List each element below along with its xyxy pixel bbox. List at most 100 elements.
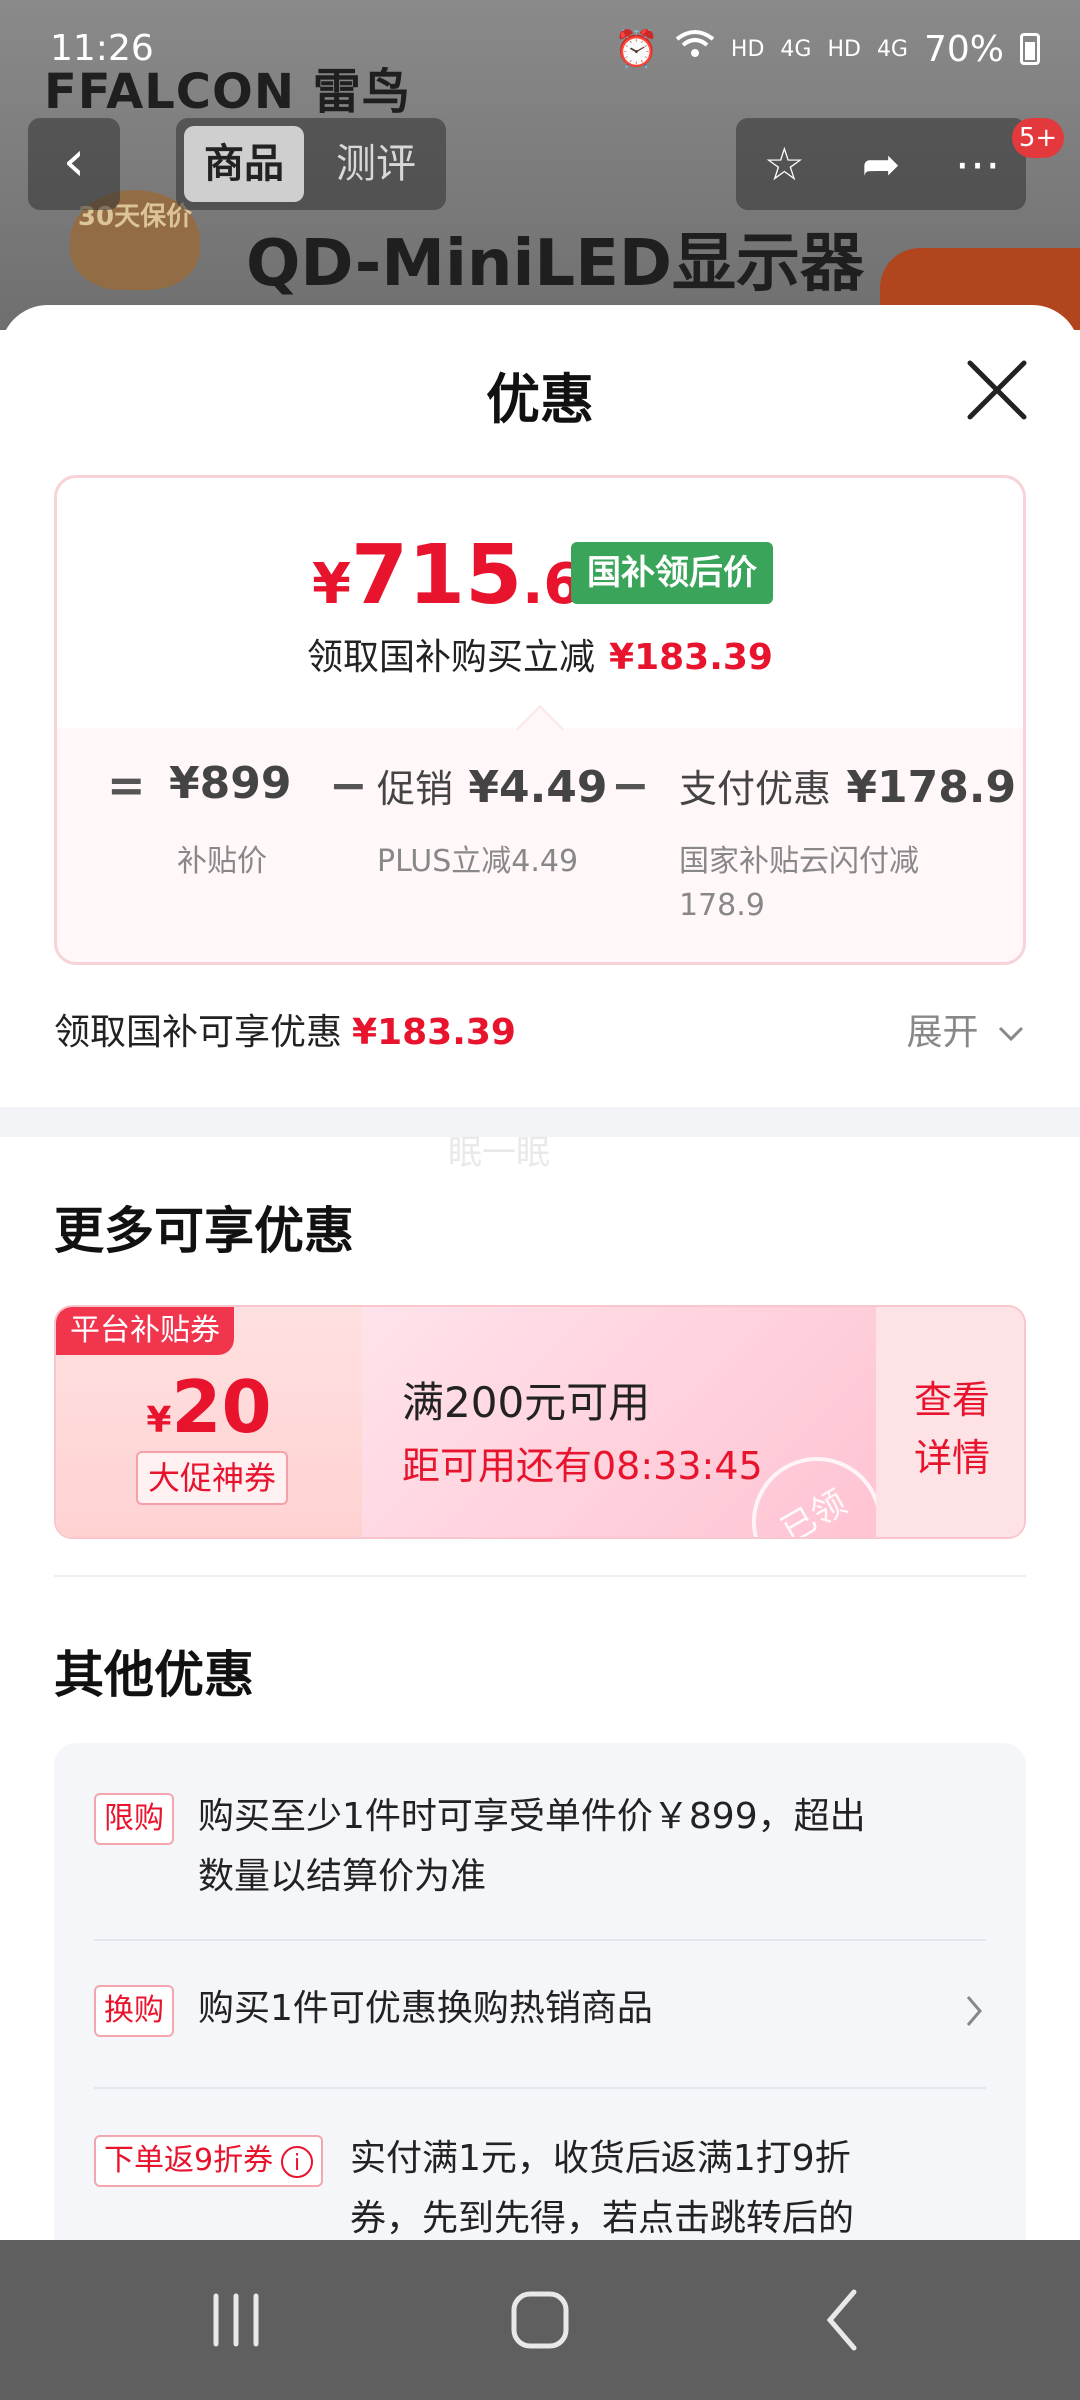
payment-discount-sub: 国家补贴云闪付减 178.9 bbox=[679, 840, 919, 928]
more-discounts-title: 更多可享优惠 bbox=[54, 1202, 354, 1260]
more-icon[interactable]: ⋯ bbox=[933, 137, 1023, 191]
recent-apps-icon bbox=[213, 2293, 259, 2347]
promo-tag: 换购 bbox=[94, 1985, 174, 2037]
coupon-condition: 满200元可用 bbox=[402, 1378, 651, 1427]
promo-amount: ¥4.49 bbox=[468, 762, 608, 813]
coupon-amount: ¥20 bbox=[56, 1365, 362, 1449]
battery-icon bbox=[1020, 33, 1040, 65]
home-icon bbox=[511, 2291, 569, 2349]
network-hd-label-2: HD bbox=[827, 36, 861, 62]
subsidy-discount-row[interactable]: 领取国补可享优惠 ¥183.39 展开 bbox=[54, 1003, 1026, 1063]
top-nav: ‹ 商品 测评 ☆ ➦ ⋯ 5+ bbox=[0, 118, 1080, 210]
share-icon[interactable]: ➦ bbox=[836, 137, 926, 191]
promo-sub: PLUS立减4.49 bbox=[377, 844, 579, 879]
price-type-tag: 国补领后价 bbox=[571, 542, 773, 604]
promo-label: 促销 bbox=[377, 767, 454, 811]
info-icon[interactable]: i bbox=[281, 2146, 314, 2178]
promo-item-rebate-coupon: 下单返9折券 i 实付满1元，收货后返满1打9折 券，先到先得，若点击跳转后的 bbox=[94, 2131, 986, 2240]
wifi-icon bbox=[675, 29, 715, 70]
nav-actions: ☆ ➦ ⋯ bbox=[736, 118, 1026, 210]
coupon-value-area: 平台补贴券 ¥20 大促神券 bbox=[56, 1307, 366, 1537]
platform-coupon[interactable]: 平台补贴券 ¥20 大促神券 满200元可用 距可用还有08:33:45 已领 … bbox=[54, 1305, 1026, 1539]
battery-percent: 70% bbox=[923, 28, 1004, 70]
star-icon[interactable]: ☆ bbox=[739, 137, 829, 191]
final-price-currency: ¥ bbox=[312, 552, 351, 617]
coupon-amount-value: 20 bbox=[171, 1365, 272, 1449]
subsidy-discount-amount: ¥183.39 bbox=[352, 1012, 516, 1053]
expand-label: 展开 bbox=[906, 1012, 979, 1053]
home-button[interactable] bbox=[480, 2270, 600, 2370]
other-discounts-list: 限购 购买至少1件时可享受单件价￥899，超出 数量以结算价为准 换购 购买1件… bbox=[54, 1743, 1026, 2240]
coupon-detail-line2: 详情 bbox=[913, 1436, 990, 1480]
back-button[interactable]: ‹ bbox=[28, 118, 120, 210]
divider bbox=[54, 1575, 1026, 1577]
saving-line: 领取国补购买立减 ¥183.39 bbox=[57, 628, 1023, 680]
promo-tag-label: 下单返9折券 bbox=[104, 2143, 274, 2178]
promo-text-line2: 券，先到先得，若点击跳转后的 bbox=[350, 2198, 855, 2239]
promo-value: 促销 ¥4.49 bbox=[377, 758, 608, 813]
product-banner-title: QD-MiniLED显示器 bbox=[246, 227, 865, 301]
tab-review[interactable]: 测评 bbox=[316, 126, 436, 202]
sheet-title: 优惠 bbox=[486, 368, 594, 431]
network-4g-label: 4G bbox=[780, 36, 812, 62]
payment-discount-sub-line2: 178.9 bbox=[679, 888, 765, 923]
promo-text: 购买1件可优惠换购热销商品 bbox=[198, 1988, 653, 2029]
close-icon bbox=[967, 360, 1027, 420]
watermark: 眠一眠 bbox=[448, 1133, 550, 1173]
final-price-integer: 715 bbox=[350, 528, 523, 623]
promo-text: 购买至少1件时可享受单件价￥899，超出 数量以结算价为准 bbox=[198, 1787, 866, 1907]
coupon-type-badge: 平台补贴券 bbox=[56, 1307, 234, 1355]
chevron-right-icon bbox=[966, 1996, 982, 2026]
promo-text-line1: 购买至少1件时可享受单件价￥899，超出 bbox=[198, 1796, 866, 1837]
base-price-label: 补贴价 bbox=[177, 844, 267, 879]
expand-button[interactable]: 展开 bbox=[907, 1003, 1026, 1055]
item-divider bbox=[94, 2087, 986, 2089]
price-breakdown-card: ¥715.61 国补领后价 领取国补购买立减¥183.39 = ¥899 补贴价… bbox=[54, 475, 1026, 965]
nav-tabs: 商品 测评 bbox=[176, 118, 446, 210]
coupon-info-area: 满200元可用 距可用还有08:33:45 已领 bbox=[362, 1307, 906, 1537]
saving-amount: ¥183.39 bbox=[609, 637, 773, 678]
chevron-left-icon: ‹ bbox=[62, 129, 86, 194]
payment-discount-amount: ¥178.9 bbox=[846, 762, 1017, 813]
network-hd-label: HD bbox=[730, 36, 765, 62]
promo-tag: 下单返9折券 i bbox=[94, 2135, 324, 2187]
equals-sign: = bbox=[107, 758, 146, 812]
minus-sign-2: − bbox=[611, 758, 650, 812]
back-icon bbox=[826, 2289, 857, 2351]
subsidy-discount-label: 领取国补可享优惠 bbox=[54, 1012, 343, 1053]
minus-sign-1: − bbox=[329, 758, 368, 812]
price-summary: ¥715.61 国补领后价 领取国补购买立减¥183.39 bbox=[57, 478, 1023, 728]
coupon-countdown: 距可用还有08:33:45 bbox=[402, 1444, 763, 1488]
coupon-detail-button[interactable]: 查看 详情 bbox=[876, 1307, 1024, 1537]
coupon-detail-text: 查看 详情 bbox=[876, 1371, 1024, 1487]
saving-label: 领取国补购买立减 bbox=[307, 637, 596, 678]
recent-apps-button[interactable] bbox=[176, 2270, 296, 2370]
close-button[interactable] bbox=[962, 355, 1032, 425]
back-nav-button[interactable] bbox=[784, 2270, 904, 2370]
chevron-down-icon bbox=[998, 1026, 1024, 1042]
discount-sheet: 优惠 ¥715.61 国补领后价 领取国补购买立减¥183.39 = ¥899 … bbox=[0, 305, 1080, 2240]
coupon-name-tag: 大促神券 bbox=[136, 1451, 289, 1505]
promo-text: 实付满1元，收货后返满1打9折 券，先到先得，若点击跳转后的 bbox=[350, 2129, 854, 2240]
payment-discount-label: 支付优惠 bbox=[679, 767, 832, 811]
payment-discount-sub-line1: 国家补贴云闪付减 bbox=[679, 844, 919, 879]
coupon-detail-line1: 查看 bbox=[913, 1378, 990, 1422]
system-nav-bar bbox=[0, 2240, 1080, 2400]
promo-text-line1: 实付满1元，收货后返满1打9折 bbox=[350, 2138, 851, 2179]
promo-tag: 限购 bbox=[94, 1793, 174, 1845]
tab-product[interactable]: 商品 bbox=[184, 126, 304, 202]
other-discounts-title: 其他优惠 bbox=[54, 1646, 254, 1704]
promo-text-line2: 数量以结算价为准 bbox=[198, 1856, 487, 1897]
status-icons: ⏰ HD 4G HD 4G 70% bbox=[614, 28, 1040, 70]
price-formula: = ¥899 补贴价 − 促销 ¥4.49 PLUS立减4.49 − 支付优惠 … bbox=[57, 728, 1023, 962]
status-time: 11:26 bbox=[50, 28, 154, 69]
network-4g-label-2: 4G bbox=[876, 36, 908, 62]
status-bar: 11:26 ⏰ HD 4G HD 4G 70% bbox=[0, 0, 1080, 100]
promo-item-trade-in[interactable]: 换购 购买1件可优惠换购热销商品 bbox=[94, 1981, 986, 2051]
coupon-currency: ¥ bbox=[146, 1400, 172, 1441]
message-badge: 5+ bbox=[1012, 118, 1064, 158]
payment-discount-value: 支付优惠 ¥178.9 bbox=[679, 758, 1016, 813]
item-divider bbox=[94, 1939, 986, 1941]
base-price-value: ¥899 bbox=[169, 758, 292, 809]
promo-item-limit: 限购 购买至少1件时可享受单件价￥899，超出 数量以结算价为准 bbox=[94, 1789, 986, 1899]
